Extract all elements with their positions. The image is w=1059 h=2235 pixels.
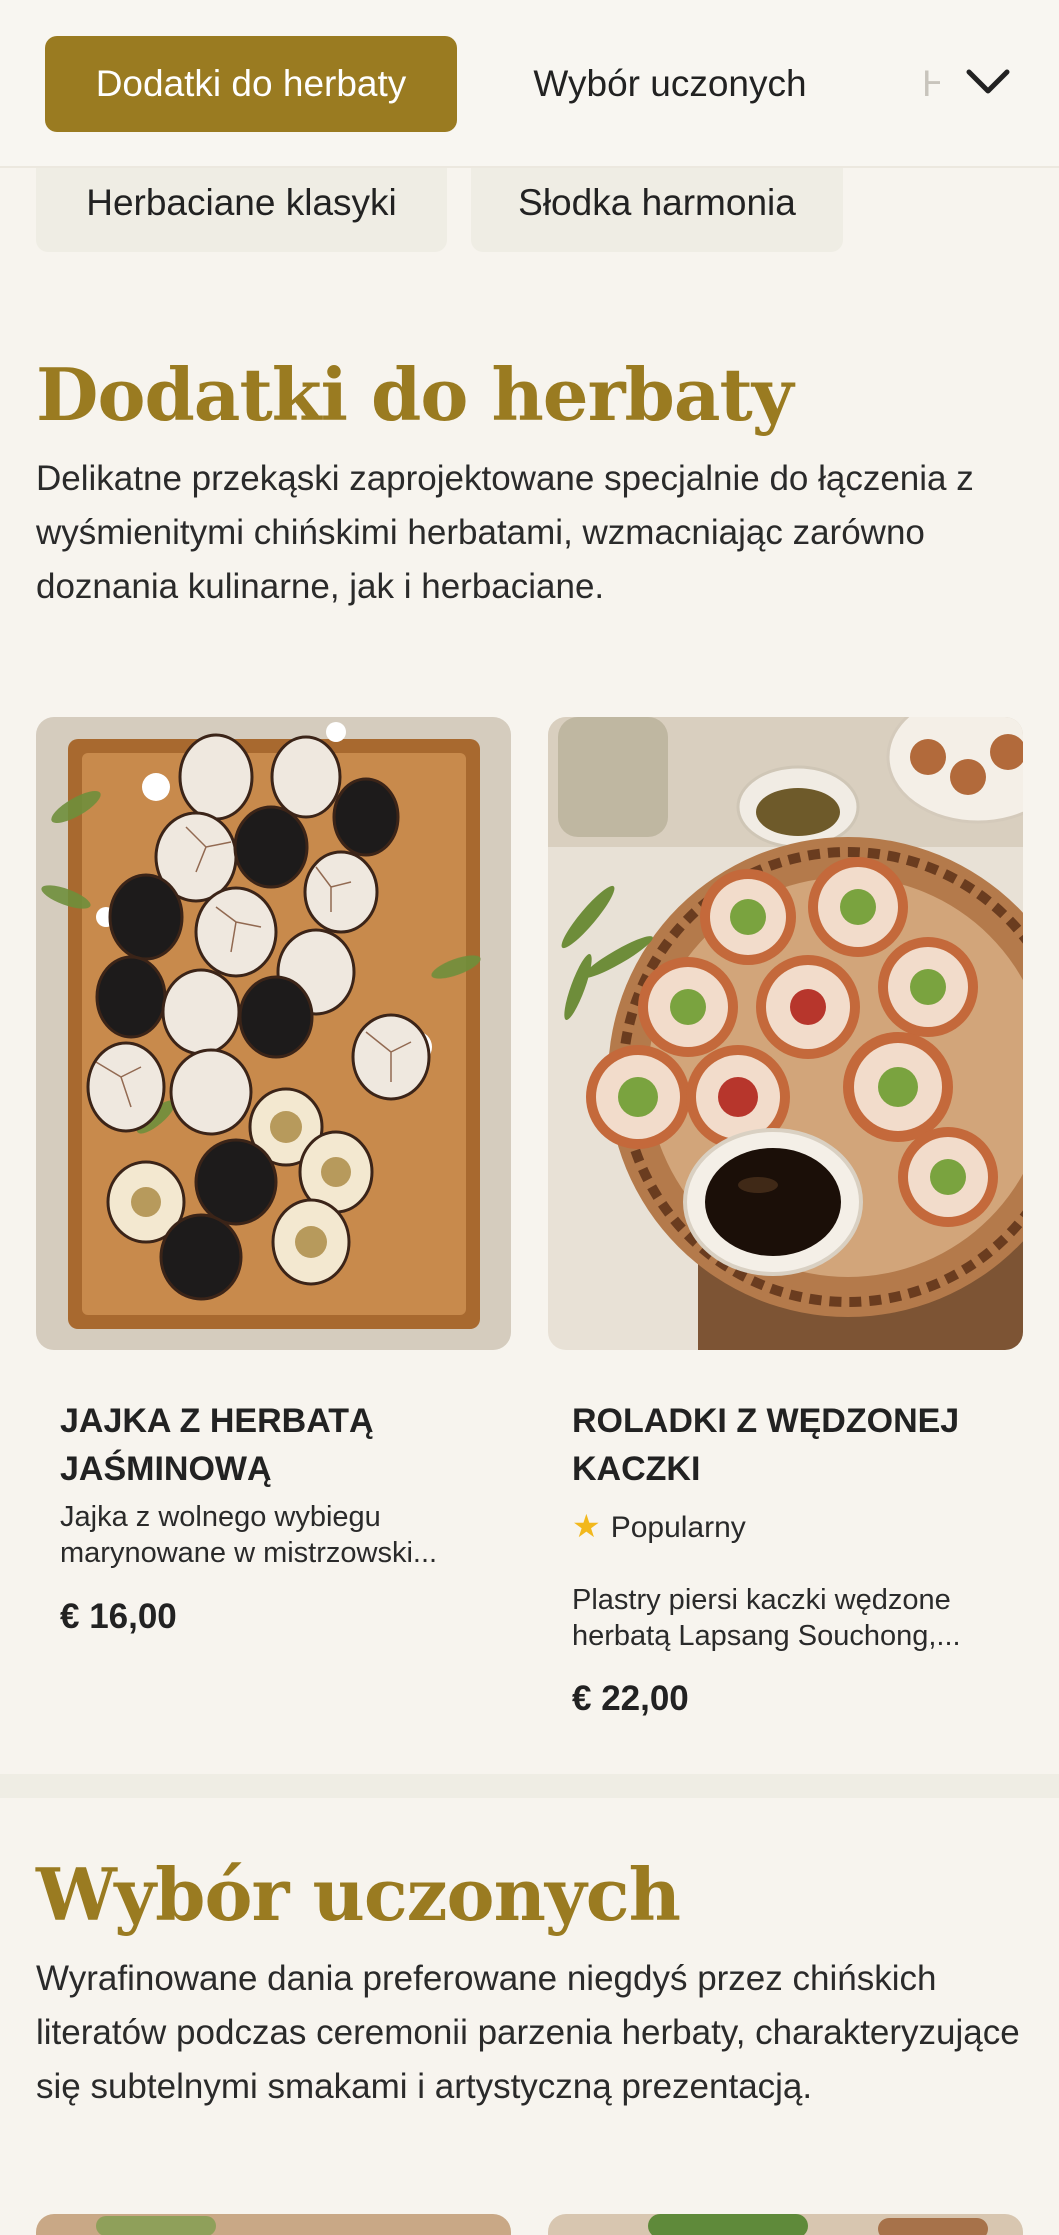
item-name: ROLADKI Z WĘDZONEJ KACZKI bbox=[572, 1402, 960, 1488]
item-price: € 22,00 bbox=[572, 1679, 689, 1718]
dish-image-tea-eggs[interactable] bbox=[36, 717, 511, 1350]
tab-dodatki-do-herbaty[interactable]: Dodatki do herbaty bbox=[45, 36, 457, 132]
item-description: Jajka z wolnego wybiegu marynowane w mis… bbox=[60, 1501, 438, 1569]
badge-label: Popularny bbox=[610, 1511, 746, 1544]
section-divider bbox=[0, 1774, 1059, 1798]
chevron-down-icon[interactable] bbox=[963, 58, 1013, 108]
category-nav: Dodatki do herbaty Wybór uczonych H bbox=[0, 0, 1059, 168]
item-price: € 16,00 bbox=[60, 1597, 177, 1636]
section-title-wybor-uczonych: Wybór uczonych bbox=[36, 1852, 681, 1937]
item-name: JAJKA Z HERBATĄ JAŚMINOWĄ bbox=[60, 1402, 374, 1488]
dish-image-partial[interactable] bbox=[36, 2214, 511, 2235]
section-title-dodatki: Dodatki do herbaty bbox=[36, 352, 794, 437]
tab-next-partial[interactable]: H bbox=[922, 36, 940, 132]
dish-image-partial[interactable] bbox=[548, 2214, 1023, 2235]
star-icon: ★ bbox=[572, 1508, 601, 1544]
popular-badge: ★ Popularny bbox=[572, 1507, 746, 1545]
section-description-dodatki: Delikatne przekąski zaprojektowane specj… bbox=[36, 459, 974, 606]
tab-wybor-uczonych[interactable]: Wybór uczonych bbox=[505, 36, 835, 132]
item-description: Plastry piersi kaczki wędzone herbatą La… bbox=[572, 1584, 961, 1652]
dish-image-duck-rolls[interactable] bbox=[548, 717, 1023, 1350]
section-description-wybor-uczonych: Wyrafinowane dania preferowane niegdyś p… bbox=[36, 1959, 1020, 2106]
